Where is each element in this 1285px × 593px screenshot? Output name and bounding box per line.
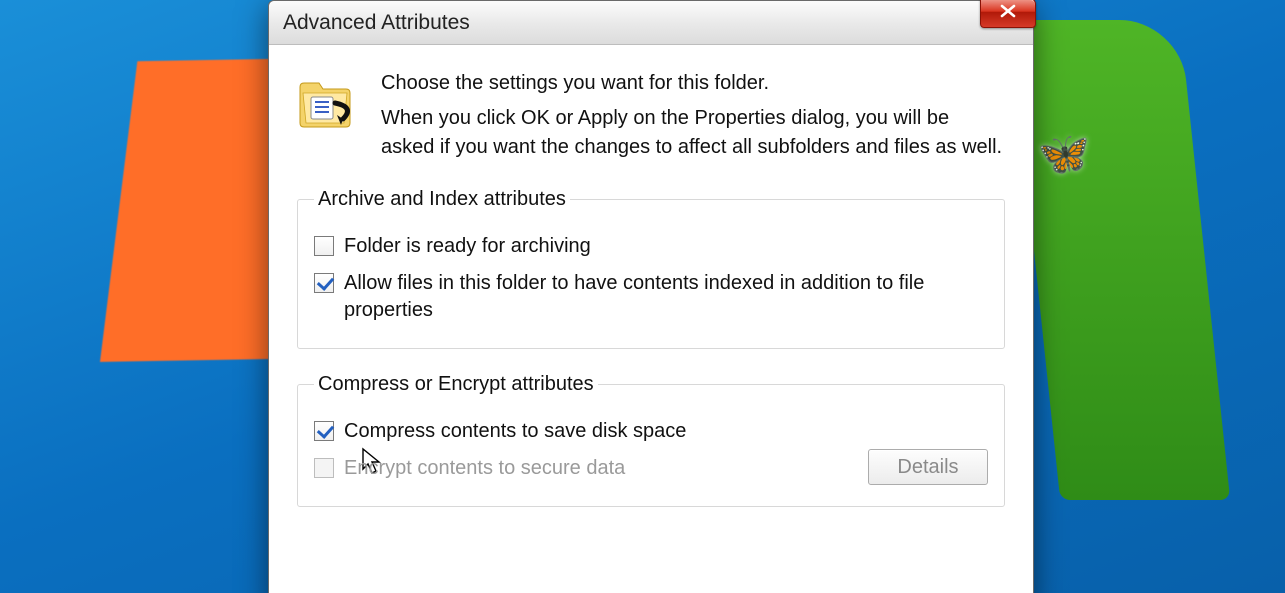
option-folder-ready-archiving[interactable]: Folder is ready for archiving <box>314 233 988 260</box>
compress-encrypt-legend: Compress or Encrypt attributes <box>314 373 598 396</box>
details-button: Details <box>868 449 988 485</box>
option-encrypt-contents: Encrypt contents to secure data Details <box>314 455 988 482</box>
checkbox-checked-icon[interactable] <box>314 273 334 293</box>
advanced-attributes-dialog: Advanced Attributes <box>268 0 1034 593</box>
intro-text: Choose the settings you want for this fo… <box>381 69 1005 162</box>
compress-encrypt-group: Compress or Encrypt attributes Compress … <box>297 373 1005 507</box>
close-button[interactable] <box>980 0 1036 28</box>
intro-line-1: Choose the settings you want for this fo… <box>381 69 1005 98</box>
option-label: Folder is ready for archiving <box>344 233 988 260</box>
close-icon <box>999 4 1017 23</box>
option-compress-contents[interactable]: Compress contents to save disk space <box>314 418 988 445</box>
wallpaper-green-leaf <box>1010 20 1230 500</box>
option-label: Allow files in this folder to have conte… <box>344 270 988 324</box>
dialog-title: Advanced Attributes <box>283 11 470 35</box>
archive-index-legend: Archive and Index attributes <box>314 188 570 211</box>
checkbox-unchecked-icon[interactable] <box>314 236 334 256</box>
option-label: Compress contents to save disk space <box>344 418 988 445</box>
option-allow-indexing[interactable]: Allow files in this folder to have conte… <box>314 270 988 324</box>
folder-settings-icon <box>297 73 359 131</box>
dialog-body: Choose the settings you want for this fo… <box>269 45 1033 507</box>
checkbox-checked-icon[interactable] <box>314 421 334 441</box>
archive-index-group: Archive and Index attributes Folder is r… <box>297 188 1005 349</box>
dialog-titlebar[interactable]: Advanced Attributes <box>269 1 1033 45</box>
wallpaper-butterfly-icon: 🦋 <box>1038 130 1090 179</box>
checkbox-disabled-icon <box>314 458 334 478</box>
intro-line-2: When you click OK or Apply on the Proper… <box>381 104 1005 162</box>
intro-section: Choose the settings you want for this fo… <box>297 69 1005 162</box>
desktop-background: 🦋 Advanced Attributes <box>0 0 1285 593</box>
